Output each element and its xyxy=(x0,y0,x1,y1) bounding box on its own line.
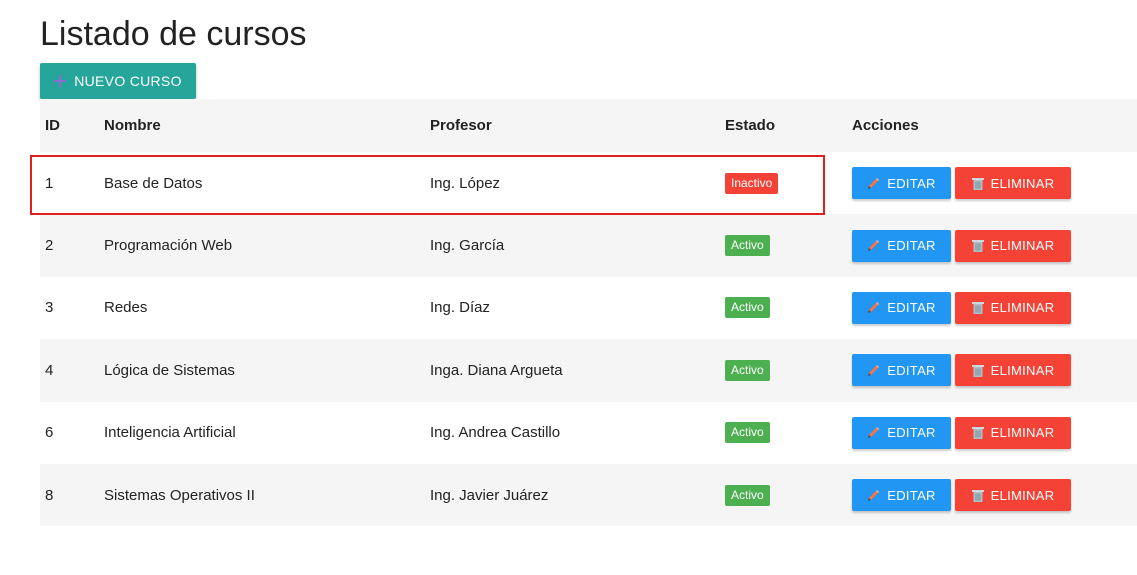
pencil-icon xyxy=(867,177,880,190)
delete-button[interactable]: ELIMINAR xyxy=(955,167,1071,200)
delete-button-label: ELIMINAR xyxy=(990,175,1055,191)
header-state: Estado xyxy=(725,117,776,134)
edit-button[interactable]: EDITAR xyxy=(852,167,951,200)
table-row-8: 8 Sistemas Operativos II Ing. Javier Juá… xyxy=(40,463,1137,527)
pencil-icon xyxy=(867,239,880,252)
delete-button[interactable]: ELIMINAR xyxy=(955,291,1071,324)
new-course-button-label: NUEVO CURSO xyxy=(74,73,182,89)
trash-icon xyxy=(971,177,984,190)
cell-actions: EDITAR ELIMINAR xyxy=(852,402,1137,464)
cell-professor: Ing. Javier Juárez xyxy=(430,486,549,504)
header-name: Nombre xyxy=(104,117,161,134)
page-title: Listado de cursos xyxy=(40,15,307,53)
cell-actions: EDITAR ELIMINAR xyxy=(852,464,1137,526)
cell-state: Inactivo xyxy=(725,152,852,214)
cell-id: 4 xyxy=(45,361,54,379)
cell-id: 6 xyxy=(45,424,54,442)
edit-button[interactable]: EDITAR xyxy=(852,479,951,512)
status-badge: Activo xyxy=(725,484,770,506)
edit-button-label: EDITAR xyxy=(887,487,936,503)
status-badge: Activo xyxy=(725,297,770,319)
delete-button-label: ELIMINAR xyxy=(990,300,1055,316)
header-actions: Acciones xyxy=(852,117,919,134)
plus-icon xyxy=(54,75,67,87)
pencil-icon xyxy=(867,489,880,502)
cell-id: 2 xyxy=(45,237,54,255)
cell-professor: Ing. Andrea Castillo xyxy=(430,424,561,442)
table-row-2: 2 Programación Web Ing. García Activo ED… xyxy=(40,214,1137,277)
cell-name: Redes xyxy=(104,299,148,317)
cell-professor: Ing. Díaz xyxy=(430,299,491,317)
cell-id: 8 xyxy=(45,486,54,504)
edit-button-label: EDITAR xyxy=(887,238,936,254)
status-badge: Activo xyxy=(725,235,770,257)
cell-name: Lógica de Sistemas xyxy=(104,361,235,379)
table-row-3: 3 Redes Ing. Díaz Activo EDITAR ELIMINAR xyxy=(40,276,1137,340)
delete-button-label: ELIMINAR xyxy=(990,238,1055,254)
new-course-button[interactable]: NUEVO CURSO xyxy=(40,63,196,99)
trash-icon xyxy=(971,426,984,440)
course-list-page: Listado de cursos NUEVO CURSO ID Nombre … xyxy=(0,0,1137,575)
status-badge: Activo xyxy=(725,422,770,444)
delete-button-label: ELIMINAR xyxy=(990,425,1055,441)
trash-icon xyxy=(971,364,984,377)
pencil-icon xyxy=(867,301,880,314)
header-id: ID xyxy=(45,117,60,134)
status-badge: Inactivo xyxy=(725,172,779,194)
cell-professor: Ing. López xyxy=(430,174,501,192)
delete-button-label: ELIMINAR xyxy=(990,487,1055,503)
table-row-4: 4 Lógica de Sistemas Inga. Diana Argueta… xyxy=(40,339,1137,402)
table-header-row: ID Nombre Profesor Estado Acciones xyxy=(40,99,1137,152)
edit-button-label: EDITAR xyxy=(887,362,936,378)
courses-table: ID Nombre Profesor Estado Acciones 1 Bas… xyxy=(40,99,1137,527)
pencil-icon xyxy=(867,426,880,439)
edit-button-label: EDITAR xyxy=(887,300,936,316)
cell-state: Activo xyxy=(725,402,852,464)
cell-professor: Inga. Diana Argueta xyxy=(430,361,563,379)
header-professor: Profesor xyxy=(430,117,492,134)
cell-actions: EDITAR ELIMINAR xyxy=(852,214,1137,276)
trash-icon xyxy=(971,239,984,253)
edit-button[interactable]: EDITAR xyxy=(852,291,951,324)
cell-state: Activo xyxy=(725,464,852,526)
edit-button[interactable]: EDITAR xyxy=(852,416,951,449)
cell-id: 1 xyxy=(45,174,54,192)
cell-actions: EDITAR ELIMINAR xyxy=(852,277,1137,339)
delete-button[interactable]: ELIMINAR xyxy=(955,416,1071,449)
cell-name: Programación Web xyxy=(104,237,233,255)
cell-id: 3 xyxy=(45,299,54,317)
cell-state: Activo xyxy=(725,339,852,401)
cell-state: Activo xyxy=(725,214,852,276)
delete-button[interactable]: ELIMINAR xyxy=(955,354,1071,387)
delete-button-label: ELIMINAR xyxy=(990,362,1055,378)
cell-actions: EDITAR ELIMINAR xyxy=(852,152,1137,214)
cell-professor: Ing. García xyxy=(430,237,505,255)
edit-button-label: EDITAR xyxy=(887,175,936,191)
cell-name: Inteligencia Artificial xyxy=(104,424,236,442)
cell-name: Base de Datos xyxy=(104,174,203,192)
status-badge: Activo xyxy=(725,359,770,381)
edit-button[interactable]: EDITAR xyxy=(852,354,951,387)
cell-name: Sistemas Operativos II xyxy=(104,486,255,504)
table-body: 1 Base de Datos Ing. López Inactivo EDIT… xyxy=(40,152,1137,527)
trash-icon xyxy=(971,301,984,315)
table-row-6: 6 Inteligencia Artificial Ing. Andrea Ca… xyxy=(40,401,1137,464)
edit-button-label: EDITAR xyxy=(887,425,936,441)
edit-button[interactable]: EDITAR xyxy=(852,229,951,262)
cell-actions: EDITAR ELIMINAR xyxy=(852,339,1137,401)
cell-state: Activo xyxy=(725,277,852,339)
trash-icon xyxy=(971,489,984,502)
pencil-icon xyxy=(867,364,880,377)
table-row-1: 1 Base de Datos Ing. López Inactivo EDIT… xyxy=(40,152,1137,215)
delete-button[interactable]: ELIMINAR xyxy=(955,479,1071,512)
delete-button[interactable]: ELIMINAR xyxy=(955,229,1071,262)
